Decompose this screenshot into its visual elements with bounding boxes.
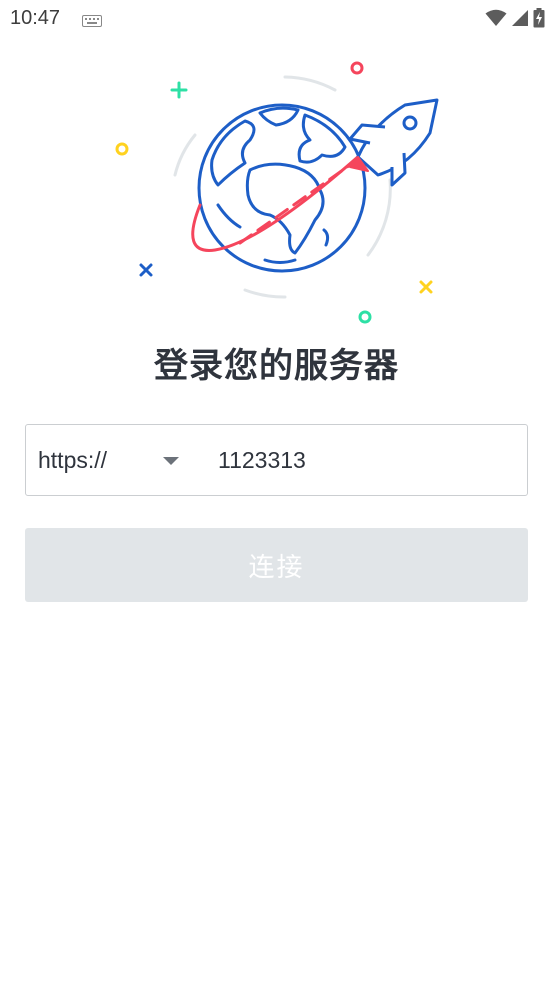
- connect-button[interactable]: 连接: [25, 528, 528, 602]
- circle-icon: [358, 310, 372, 324]
- server-url-field: https://: [25, 424, 528, 496]
- status-bar: 10:47: [0, 0, 553, 38]
- cross-icon: [139, 263, 153, 277]
- chevron-down-icon: [163, 457, 179, 465]
- server-illustration: [100, 55, 460, 335]
- orbit-ring: [283, 75, 337, 92]
- signal-icon: [511, 9, 529, 31]
- orbit-ring: [366, 178, 392, 257]
- status-time: 10:47: [10, 7, 61, 29]
- orbit-ring: [173, 133, 197, 177]
- globe-icon: [197, 103, 367, 273]
- keyboard-icon: [82, 12, 102, 31]
- wifi-icon: [485, 9, 507, 31]
- status-icons: [485, 8, 545, 32]
- server-address-input[interactable]: [218, 426, 518, 494]
- protocol-value: https://: [38, 446, 108, 473]
- page-title: 登录您的服务器: [154, 346, 399, 386]
- battery-charging-icon: [533, 8, 545, 32]
- protocol-dropdown[interactable]: https://: [26, 425, 208, 495]
- circle-icon: [350, 61, 364, 75]
- circle-icon: [115, 142, 129, 156]
- orbit-ring: [243, 288, 287, 299]
- plus-icon: [170, 81, 188, 99]
- cross-icon: [419, 280, 433, 294]
